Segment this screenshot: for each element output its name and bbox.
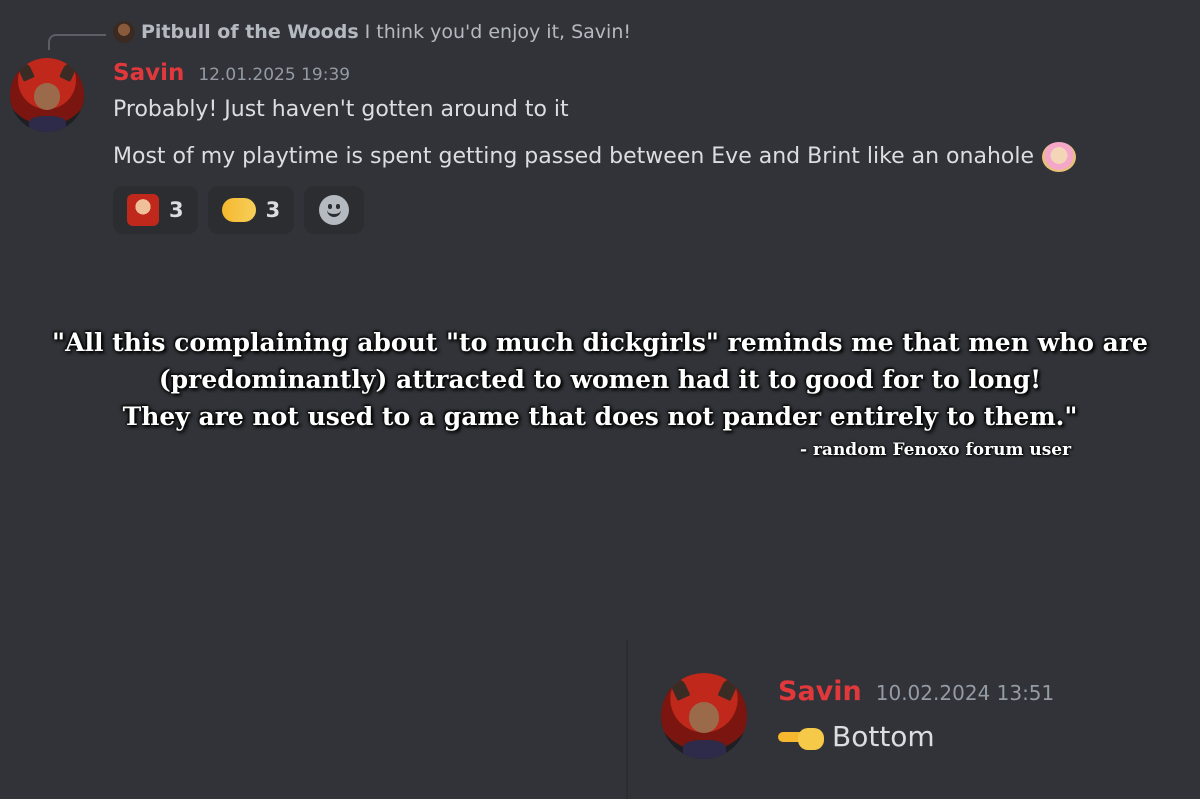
message-line-text: Most of my playtime is spent getting pas… [113,144,1034,169]
message-header: Savin 10.02.2024 13:51 [778,676,1054,707]
message-text: Bottom [832,720,935,753]
add-reaction-button[interactable] [304,186,365,234]
reply-avatar[interactable] [113,21,135,43]
message-line: Probably! Just haven't gotten around to … [113,97,569,122]
avatar[interactable] [10,58,84,132]
avatar[interactable] [661,673,747,759]
timestamp[interactable]: 12.01.2025 19:39 [198,65,350,85]
reaction-count: 3 [265,198,281,222]
reaction-handshake[interactable]: 3 [207,186,295,234]
reactions-bar: 3 3 [113,186,365,234]
quote-line: (predominantly) attracted to women had i… [158,365,1042,394]
handshake-icon [221,198,256,222]
username[interactable]: Savin [778,676,862,707]
message-line: Most of my playtime is spent getting pas… [113,142,1076,172]
reaction-count: 3 [169,198,184,222]
message-header: Savin 12.01.2025 19:39 [113,60,350,86]
reply-preview[interactable]: Pitbull of the Woods I think you'd enjoy… [113,18,631,46]
quote-line: "All this complaining about "to much dic… [52,328,1148,357]
quote-overlay: "All this complaining about "to much dic… [0,324,1200,435]
quote-attribution: - random Fenoxo forum user [800,440,1072,460]
panel-divider [626,640,628,799]
reply-connector [48,34,106,50]
pointing-hand-icon [778,726,826,750]
quote-line: They are not used to a game that does no… [122,402,1078,431]
character-emoji-icon [127,194,159,226]
reply-text[interactable]: I think you'd enjoy it, Savin! [365,21,631,43]
message-line: Bottom [778,720,935,753]
reaction-character[interactable]: 3 [113,186,198,234]
timestamp[interactable]: 10.02.2024 13:51 [876,681,1055,705]
character-emote-icon [1042,142,1076,172]
smile-add-reaction-icon [319,195,350,225]
username[interactable]: Savin [113,60,184,86]
reply-author[interactable]: Pitbull of the Woods [141,21,359,43]
